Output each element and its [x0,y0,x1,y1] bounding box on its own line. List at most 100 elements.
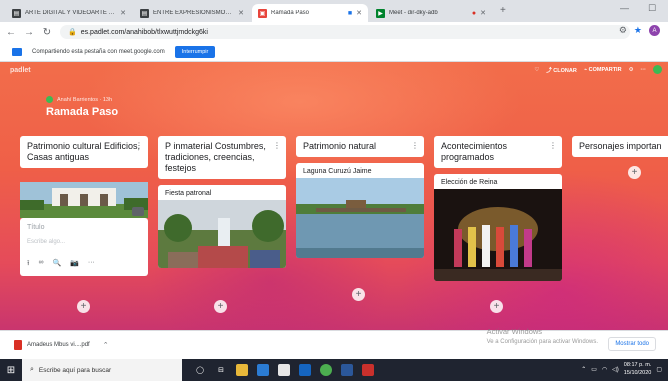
more-icon[interactable]: ··· [88,259,95,270]
post-title: Fiesta patronal [165,190,212,197]
column-header[interactable]: Patrimonio natural ⋮ [296,136,424,157]
edge-icon[interactable] [257,364,269,376]
maximize-icon[interactable]: ☐ [648,3,656,14]
upload-icon[interactable]: ⭱ [27,259,29,270]
post-card[interactable]: Laguna Curuzú Jaime [296,163,424,258]
post-card[interactable]: Fiesta patronal [158,185,286,268]
post-title-field[interactable]: Título [27,224,141,231]
padlet-header: padlet ♡ ⤴ CLONAR ⌁ COMPARTIR ⚙ ··· [0,62,668,78]
column-header[interactable]: Acontecimientos programados ⋮ [434,136,562,168]
stop-sharing-button[interactable]: Interrumpir [174,45,216,58]
recording-icon: ● [471,9,477,17]
post-card[interactable]: Elección de Reina [434,174,562,281]
kebab-menu-icon[interactable]: ⋮ [273,140,281,151]
document-icon: ▤ [140,8,149,18]
pdf-file-icon [14,340,22,350]
close-icon[interactable]: ✕ [120,9,126,17]
link-icon[interactable]: ∞ [38,259,43,270]
task-view-icon[interactable]: ◯ [194,364,206,376]
add-post-button[interactable]: + [628,166,641,179]
column-header[interactable]: Personajes importan [572,136,668,157]
lagoon-photo[interactable] [296,178,424,258]
forward-icon[interactable]: → [22,27,36,38]
tab-meet[interactable]: ▶ Meet - dir-dky-adb ● ✕ [370,4,492,22]
add-post-button[interactable]: + [352,288,365,301]
star-icon[interactable]: ★ [634,25,642,36]
delete-icon[interactable] [132,207,144,216]
tab-ramada-paso[interactable]: ▣ Ramada Paso ■ ✕ [252,4,368,22]
add-post-button[interactable]: + [490,300,503,313]
column-header[interactable]: Patrimonio cultural Edificios, Casas ant… [20,136,148,168]
new-tab-icon[interactable]: + [500,5,506,16]
lock-icon: 🔒 [68,29,77,36]
post-title: Laguna Curuzú Jaime [303,168,372,175]
screen-share-icon [12,47,22,56]
share-button[interactable]: ⌁ COMPARTIR [584,67,622,73]
close-icon[interactable]: ✕ [480,9,486,17]
widgets-icon[interactable]: ⊟ [215,364,227,376]
close-icon[interactable]: ✕ [356,9,362,17]
author-line: Anahí Barrientos · 13h [46,96,112,103]
post-title: Elección de Reina [441,179,498,186]
mail-icon[interactable] [299,364,311,376]
show-all-downloads-button[interactable]: Mostrar todo [608,337,656,351]
camera-icon[interactable]: 📷 [70,259,79,270]
address-bar[interactable]: 🔒 es.padlet.com/anahibob/tlxwuttjmdckg6k… [60,25,630,39]
wifi-icon[interactable]: ◠ [602,366,607,373]
windows-taskbar: ⊞ ⌕ Escribe aquí para buscar ◯ ⊟ ⌃ ▭ ◠ ◁… [0,359,668,381]
gear-icon[interactable]: ⚙ [629,67,634,73]
minimize-icon[interactable]: — [620,3,629,13]
clock[interactable]: 08:17 p. m. 15/10/2020 [624,361,652,377]
activate-windows-watermark: Activar Windows Ve a Configuración para … [486,327,598,345]
volume-icon[interactable]: ◁) [612,366,619,373]
festival-image [158,200,286,268]
profile-avatar[interactable]: A [649,25,660,36]
document-icon: ▤ [12,8,21,18]
screen-share-bar: Compartiendo esta pestaña con meet.googl… [0,42,668,62]
close-icon[interactable]: ✕ [238,9,244,17]
acrobat-icon[interactable] [362,364,374,376]
post-body-field[interactable]: Escribe algo... [27,239,141,245]
reload-icon[interactable]: ↻ [40,27,54,38]
column-patrimonio-cultural: Patrimonio cultural Edificios, Casas ant… [20,136,148,276]
chevron-up-icon[interactable]: ⌃ [581,366,586,373]
tab-expresionismos[interactable]: ▤ ENTRE EXPRESIONISMOS Y EL E… ✕ [134,4,250,22]
user-avatar[interactable] [653,65,662,74]
column-header[interactable]: P inmaterial Costumbres, tradiciones, cr… [158,136,286,179]
tab-arte-digital[interactable]: ▤ ARTE DIGITAL Y VIDEOARTE - P… ✕ [6,4,132,22]
search-icon[interactable]: 🔍 [52,259,61,270]
festival-photo[interactable] [158,200,286,268]
more-icon[interactable]: ··· [641,67,647,73]
author-name: Anahí Barrientos · 13h [57,96,113,103]
heart-icon[interactable]: ♡ [534,67,539,73]
chrome-icon[interactable] [320,364,332,376]
battery-icon[interactable]: ▭ [591,366,597,373]
draft-post-editor[interactable]: Título Escribe algo... ⭱ ∞ 🔍 📷 ··· [20,218,148,276]
chevron-up-icon[interactable]: ⌃ [103,341,109,349]
notifications-icon[interactable]: ▢ [656,366,662,373]
taskbar-search[interactable]: ⌕ Escribe aquí para buscar [22,359,182,381]
store-icon[interactable] [278,364,290,376]
building-image [20,182,148,218]
windows-start-icon[interactable]: ⊞ [0,359,22,381]
kebab-menu-icon[interactable]: ⋮ [135,140,143,151]
column-acontecimientos: Acontecimientos programados ⋮ Elección d… [434,136,562,281]
browser-tab-strip: ▤ ARTE DIGITAL Y VIDEOARTE - P… ✕ ▤ ENTR… [0,0,668,22]
word-icon[interactable] [341,364,353,376]
back-icon[interactable]: ← [4,27,18,38]
add-post-button[interactable]: + [214,300,227,313]
padlet-board: padlet ♡ ⤴ CLONAR ⌁ COMPARTIR ⚙ ··· Anah… [0,62,668,330]
lagoon-image [296,178,424,258]
queen-election-photo[interactable] [434,189,562,281]
kebab-menu-icon[interactable]: ⋮ [549,140,557,151]
building-photo[interactable] [20,182,148,218]
download-item[interactable]: Amadeus Mbus vi....pdf ⌃ [14,340,109,350]
add-post-button[interactable]: + [77,300,90,313]
clone-button[interactable]: ⤴ CLONAR [546,66,577,74]
file-explorer-icon[interactable] [236,364,248,376]
column-patrimonio-natural: Patrimonio natural ⋮ Laguna Curuzú Jaime [296,136,424,258]
padlet-logo[interactable]: padlet [10,67,31,74]
author-avatar [46,96,53,103]
kebab-menu-icon[interactable]: ⋮ [411,140,419,151]
settings-gear-icon[interactable]: ⚙ [619,25,627,36]
